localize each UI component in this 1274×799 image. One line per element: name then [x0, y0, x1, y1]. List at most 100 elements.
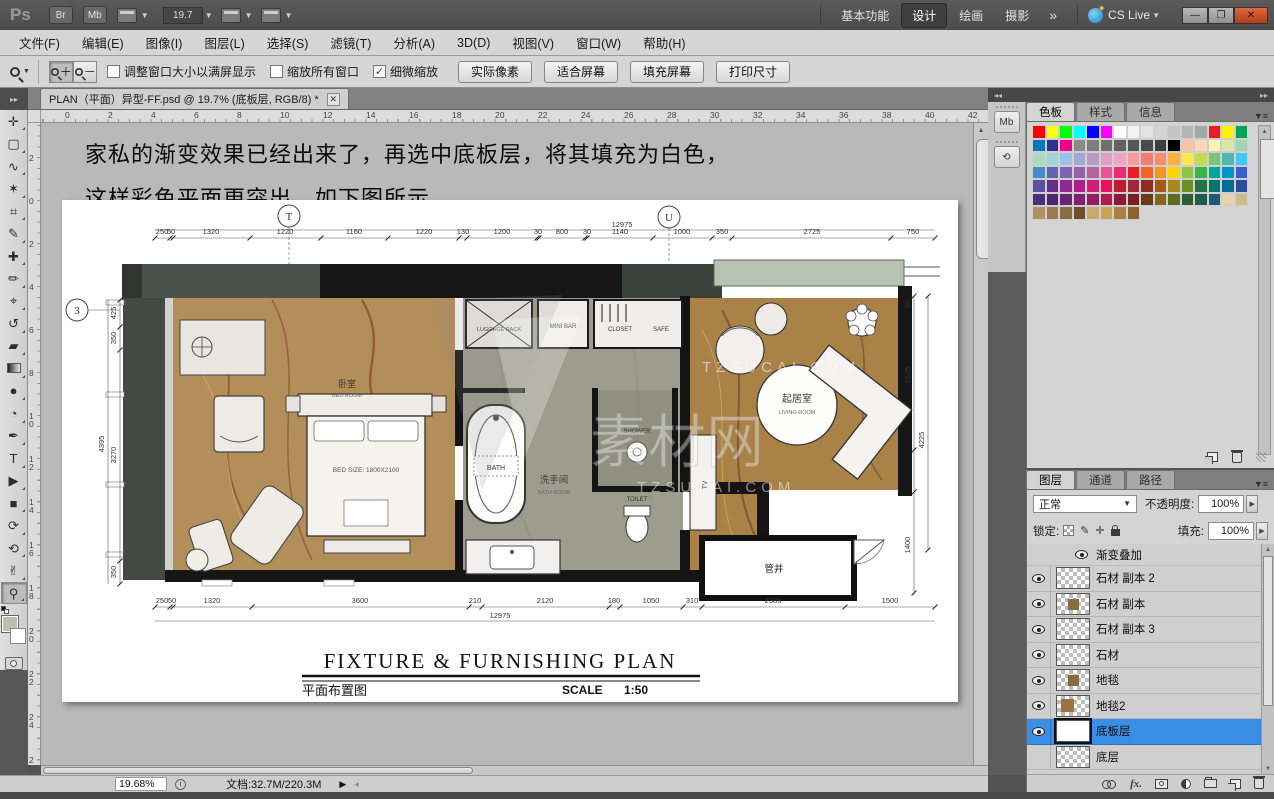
menu-item-9[interactable]: 窗口(W)	[565, 29, 632, 56]
swatch-4-0[interactable]	[1032, 179, 1046, 193]
swatch-1-15[interactable]	[1235, 139, 1249, 153]
swatch-6-0[interactable]	[1032, 206, 1046, 220]
visibility-cell[interactable]	[1027, 745, 1051, 770]
swatch-0-8[interactable]	[1140, 125, 1154, 139]
horizontal-scrollbar[interactable]	[41, 765, 988, 775]
close-button[interactable]: ✕	[1234, 7, 1268, 24]
spot-healing-brush-tool[interactable]: ✚	[1, 245, 27, 267]
workspace-设计[interactable]: 设计	[901, 3, 947, 28]
scroll-down-icon[interactable]: ▼	[1262, 763, 1274, 774]
eyedropper-tool[interactable]: ✎	[1, 222, 27, 244]
swatch-0-12[interactable]	[1194, 125, 1208, 139]
swatch-5-14[interactable]	[1221, 193, 1235, 207]
swatch-6-6[interactable]	[1113, 206, 1127, 220]
crop-tool[interactable]: ⌗	[1, 200, 27, 222]
quick-mask-button[interactable]	[5, 657, 23, 670]
swatch-1-0[interactable]	[1032, 139, 1046, 153]
layers-tab-通道[interactable]: 通道	[1076, 470, 1125, 489]
swatch-6-5[interactable]	[1100, 206, 1114, 220]
visibility-eye-icon[interactable]	[1032, 574, 1045, 583]
swatch-5-11[interactable]	[1181, 193, 1195, 207]
workspace-overflow-button[interactable]: »	[1039, 4, 1067, 26]
fill-field[interactable]: 100%	[1208, 522, 1254, 540]
background-color-swatch[interactable]	[10, 628, 26, 644]
workspace-基本功能[interactable]: 基本功能	[831, 4, 899, 27]
swatches-panel-menu-icon[interactable]: ▼≡	[1254, 111, 1274, 121]
opacity-slider-icon[interactable]: ▶	[1246, 495, 1258, 513]
history-brush-tool[interactable]: ↺	[1, 312, 27, 334]
swatch-3-7[interactable]	[1127, 166, 1141, 180]
mini-bridge-panel-button[interactable]: Mb	[994, 111, 1020, 133]
swatch-5-9[interactable]	[1154, 193, 1168, 207]
swatch-6-2[interactable]	[1059, 206, 1073, 220]
option-button-1[interactable]: 适合屏幕	[544, 61, 618, 83]
swatch-3-11[interactable]	[1181, 166, 1195, 180]
delete-swatch-icon[interactable]	[1232, 452, 1242, 463]
new-layer-icon[interactable]	[1230, 779, 1241, 789]
link-layers-icon[interactable]	[1102, 780, 1117, 788]
option-checkbox-0[interactable]: 调整窗口大小以满屏显示	[107, 63, 256, 80]
swatch-1-11[interactable]	[1181, 139, 1195, 153]
layers-scrollbar[interactable]: ▲▼	[1261, 544, 1274, 774]
menu-item-3[interactable]: 图层(L)	[193, 29, 255, 56]
visibility-eye-icon[interactable]	[1032, 727, 1045, 736]
zoom-tool[interactable]: ⚲	[1, 582, 27, 605]
swatches-tab-色板[interactable]: 色板	[1026, 102, 1075, 121]
document-tab[interactable]: PLAN（平面）异型-FF.psd @ 19.7% (底板层, RGB/8) *…	[40, 88, 349, 109]
menu-item-10[interactable]: 帮助(H)	[632, 29, 696, 56]
fill-slider-icon[interactable]: ▶	[1256, 522, 1268, 540]
layer-row-地毯[interactable]: 地毯	[1027, 668, 1274, 694]
menu-item-1[interactable]: 编辑(E)	[71, 29, 135, 56]
swatch-5-12[interactable]	[1194, 193, 1208, 207]
tab-close-icon[interactable]: ✕	[327, 93, 340, 106]
3d-object-rotate-tool[interactable]: ⟳	[1, 514, 27, 536]
checkbox-icon[interactable]: ✓	[373, 65, 386, 78]
swatch-5-3[interactable]	[1073, 193, 1087, 207]
type-tool[interactable]: T	[1, 447, 27, 469]
menu-item-6[interactable]: 分析(A)	[382, 29, 446, 56]
option-checkbox-1[interactable]: 缩放所有窗口	[270, 63, 359, 80]
swatch-1-7[interactable]	[1127, 139, 1141, 153]
option-button-0[interactable]: 实际像素	[458, 61, 532, 83]
new-swatch-icon[interactable]	[1207, 452, 1218, 462]
swatches-scrollbar[interactable]: ▲	[1258, 125, 1271, 455]
menu-item-2[interactable]: 图像(I)	[135, 29, 194, 56]
swatch-4-7[interactable]	[1127, 179, 1141, 193]
swatch-2-13[interactable]	[1208, 152, 1222, 166]
lock-position-icon[interactable]: ✛	[1095, 524, 1104, 537]
swatch-1-5[interactable]	[1100, 139, 1114, 153]
swatch-0-7[interactable]	[1127, 125, 1141, 139]
option-button-2[interactable]: 填充屏幕	[630, 61, 704, 83]
visibility-eye-icon[interactable]	[1032, 650, 1045, 659]
swatch-1-12[interactable]	[1194, 139, 1208, 153]
layer-row-底板层[interactable]: 底板层	[1027, 719, 1274, 745]
layers-tab-图层[interactable]: 图层	[1026, 470, 1075, 489]
swatch-1-8[interactable]	[1140, 139, 1154, 153]
swatch-6-1[interactable]	[1046, 206, 1060, 220]
swatch-1-1[interactable]	[1046, 139, 1060, 153]
swatch-4-12[interactable]	[1194, 179, 1208, 193]
default-colors-icon[interactable]	[1, 606, 10, 615]
visibility-eye-icon[interactable]	[1032, 599, 1045, 608]
swatch-2-14[interactable]	[1221, 152, 1235, 166]
swatch-3-13[interactable]	[1208, 166, 1222, 180]
visibility-cell[interactable]	[1027, 668, 1051, 693]
swatch-3-8[interactable]	[1140, 166, 1154, 180]
swatch-5-8[interactable]	[1140, 193, 1154, 207]
horizontal-scroll-thumb[interactable]	[43, 767, 473, 774]
swatch-6-3[interactable]	[1073, 206, 1087, 220]
swatch-5-5[interactable]	[1100, 193, 1114, 207]
swatch-6-7[interactable]	[1127, 206, 1141, 220]
swatch-3-3[interactable]	[1073, 166, 1087, 180]
vertical-scrollbar[interactable]: ▲	[973, 123, 988, 765]
hand-tool[interactable]: ✌	[1, 559, 27, 581]
visibility-cell[interactable]	[1027, 592, 1051, 617]
swatch-1-3[interactable]	[1073, 139, 1087, 153]
swatch-2-6[interactable]	[1113, 152, 1127, 166]
visibility-cell[interactable]	[1027, 643, 1051, 668]
swatch-3-10[interactable]	[1167, 166, 1181, 180]
history-panel-button[interactable]: ⟲	[994, 146, 1020, 168]
swatch-0-3[interactable]	[1073, 125, 1087, 139]
option-button-3[interactable]: 打印尺寸	[716, 61, 790, 83]
visibility-cell[interactable]	[1027, 694, 1051, 719]
